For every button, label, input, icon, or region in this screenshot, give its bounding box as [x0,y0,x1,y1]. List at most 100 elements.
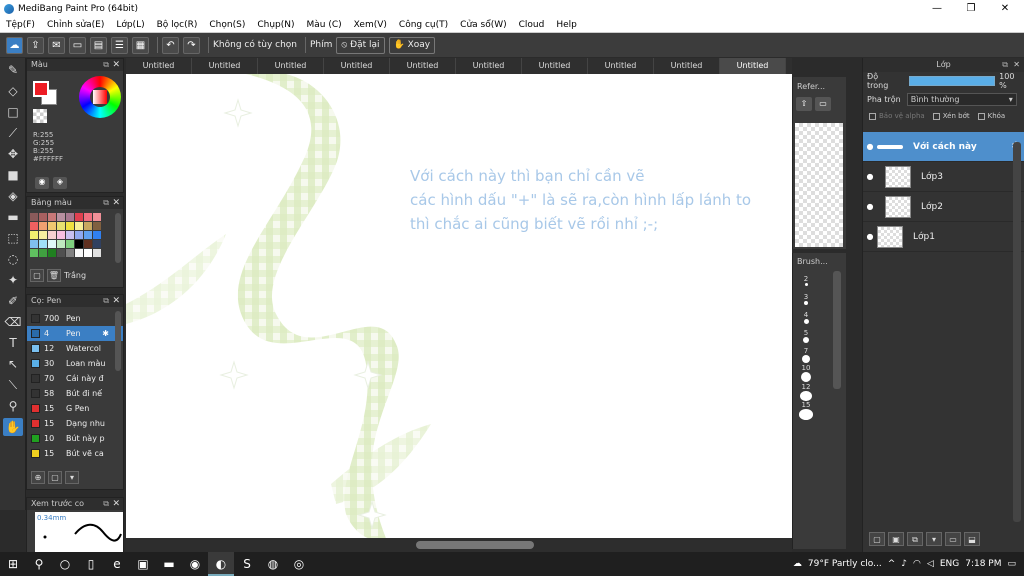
chrome-icon[interactable]: ◉ [182,552,208,576]
windows-start-icon[interactable]: ⊞ [0,552,26,576]
new-halftone-layer-icon[interactable]: ▣ [888,532,904,546]
color-wheel[interactable] [79,76,121,118]
add-color-icon[interactable]: ▢ [30,269,44,282]
transparent-color-swatch[interactable] [33,109,47,123]
mic-icon[interactable]: ♪ [901,559,907,569]
palette-swatch[interactable] [75,231,83,239]
palette-swatch[interactable] [93,249,101,257]
layer-scrollbar[interactable] [1013,142,1021,522]
task-view-icon[interactable]: ▯ [78,552,104,576]
brush-item[interactable]: 10 Bút này p [27,431,123,446]
palette-swatch[interactable] [39,213,47,221]
palette-swatch[interactable] [93,231,101,239]
rotate-button[interactable]: ✋ Xoay [388,36,436,54]
tab-untitled[interactable]: Untitled [654,58,720,74]
palette-swatch[interactable] [66,222,74,230]
menu-help[interactable]: Help [550,20,583,30]
brush-item[interactable]: 4 Pen ✱ [27,326,123,341]
gear-icon[interactable]: ✱ [102,329,109,338]
brush-menu-icon[interactable]: ▾ [65,471,79,484]
select-pen-tool-icon[interactable]: ✐ [3,292,23,310]
palette-swatch[interactable] [93,240,101,248]
cortana-icon[interactable]: ○ [52,552,78,576]
menu-window[interactable]: Cửa sổ(W) [454,20,512,30]
horizontal-scrollbar[interactable] [126,538,792,552]
brush-size-item[interactable]: 10 [793,364,819,383]
app-icon[interactable]: ◍ [260,552,286,576]
palette-swatch[interactable] [93,213,101,221]
edge-icon[interactable]: e [104,552,130,576]
tab-untitled[interactable]: Untitled [324,58,390,74]
palette-swatch[interactable] [84,231,92,239]
move-tool-icon[interactable]: ✥ [3,145,23,163]
bucket-tool-icon[interactable]: ◈ [3,187,23,205]
layer-item[interactable]: ● Lớp3 [863,162,1024,192]
brush-item[interactable]: 30 Loan màu [27,356,123,371]
protect-alpha-checkbox[interactable]: Bảo vệ alpha [869,112,925,120]
delete-color-icon[interactable]: 🗑 [47,269,61,282]
layer-menu-icon[interactable]: ▾ [926,532,942,546]
medibang-icon[interactable]: ◐ [208,552,234,576]
divide-tool-icon[interactable]: ⟍ [3,376,23,394]
lasso-tool-icon[interactable]: ◌ [3,250,23,268]
menu-view[interactable]: Xem(V) [348,20,393,30]
reset-button[interactable]: ⦸ Đặt lại [336,36,385,54]
visibility-icon[interactable]: ● [865,172,875,181]
explorer-icon[interactable]: ▬ [156,552,182,576]
zoom-icon[interactable]: ◎ [286,552,312,576]
text-tool-icon[interactable]: T [3,334,23,352]
gradient-tool-icon[interactable]: ▬ [3,208,23,226]
redo-icon[interactable]: ↷ [183,36,200,54]
close-icon[interactable]: ✕ [112,197,120,209]
chat-icon[interactable]: ▭ [69,36,86,54]
brush-item[interactable]: 12 Watercol [27,341,123,356]
layer-item[interactable]: ● Lớp2 [863,192,1024,222]
close-icon[interactable]: ✕ [112,295,120,307]
undo-icon[interactable]: ↶ [162,36,179,54]
palette-swatch[interactable] [57,240,65,248]
color-mode-icon[interactable]: ◉ [35,177,49,189]
brush-item[interactable]: 58 Bút đi nế [27,386,123,401]
palette-swatch[interactable] [84,249,92,257]
palette-swatch[interactable] [66,249,74,257]
tab-untitled[interactable]: Untitled [126,58,192,74]
new-brush-icon[interactable]: ▢ [48,471,62,484]
brush-size-item[interactable]: 7 [793,345,819,364]
select-tool-icon[interactable]: ⬚ [3,229,23,247]
brush-size-item[interactable]: 12 [793,383,819,402]
palette-swatch[interactable] [30,231,38,239]
close-icon[interactable]: ✕ [1013,58,1020,72]
list-icon[interactable]: ☰ [111,36,128,54]
palette-swatch[interactable] [57,213,65,221]
blend-mode-select[interactable]: Bình thường ▾ [906,92,1017,106]
notifications-icon[interactable]: ▭ [1007,559,1016,569]
volume-icon[interactable]: ◁ [927,559,934,569]
canvas[interactable]: Với cách này thì bạn chỉ cần vẽ các hình… [126,74,792,538]
brush-size-item[interactable]: 4 [793,308,819,327]
menu-select[interactable]: Chọn(S) [203,20,251,30]
popout-icon[interactable]: ⧉ [1002,58,1008,72]
brush-size-item[interactable]: 2 [793,271,819,290]
menu-tools[interactable]: Công cụ(T) [393,20,454,30]
fill-rect-tool-icon[interactable]: ■ [3,166,23,184]
palette-swatch[interactable] [30,249,38,257]
close-icon[interactable]: ✕ [112,59,120,71]
menu-color[interactable]: Màu (C) [301,20,348,30]
visibility-icon[interactable]: ● [865,202,875,211]
share-icon[interactable]: ⇪ [27,36,44,54]
new-layer-icon[interactable]: ▢ [869,532,885,546]
palette-swatch[interactable] [75,240,83,248]
tab-untitled[interactable]: Untitled [192,58,258,74]
brush-size-scrollbar[interactable] [833,271,841,389]
popout-icon[interactable]: ⧉ [103,59,109,71]
palette-swatch[interactable] [66,213,74,221]
select-eraser-tool-icon[interactable]: ⌫ [3,313,23,331]
upload-icon[interactable]: ⇧ [796,97,812,111]
eraser-tool-icon[interactable]: ◇ [3,82,23,100]
palette-swatch[interactable] [48,213,56,221]
weather-text[interactable]: 79°F Partly clo... [808,559,882,569]
layer-item[interactable]: ● Lớp1 [863,222,1024,252]
palette-swatch[interactable] [30,213,38,221]
clipping-checkbox[interactable]: Xén bớt [932,112,970,120]
palette-swatch[interactable] [84,222,92,230]
